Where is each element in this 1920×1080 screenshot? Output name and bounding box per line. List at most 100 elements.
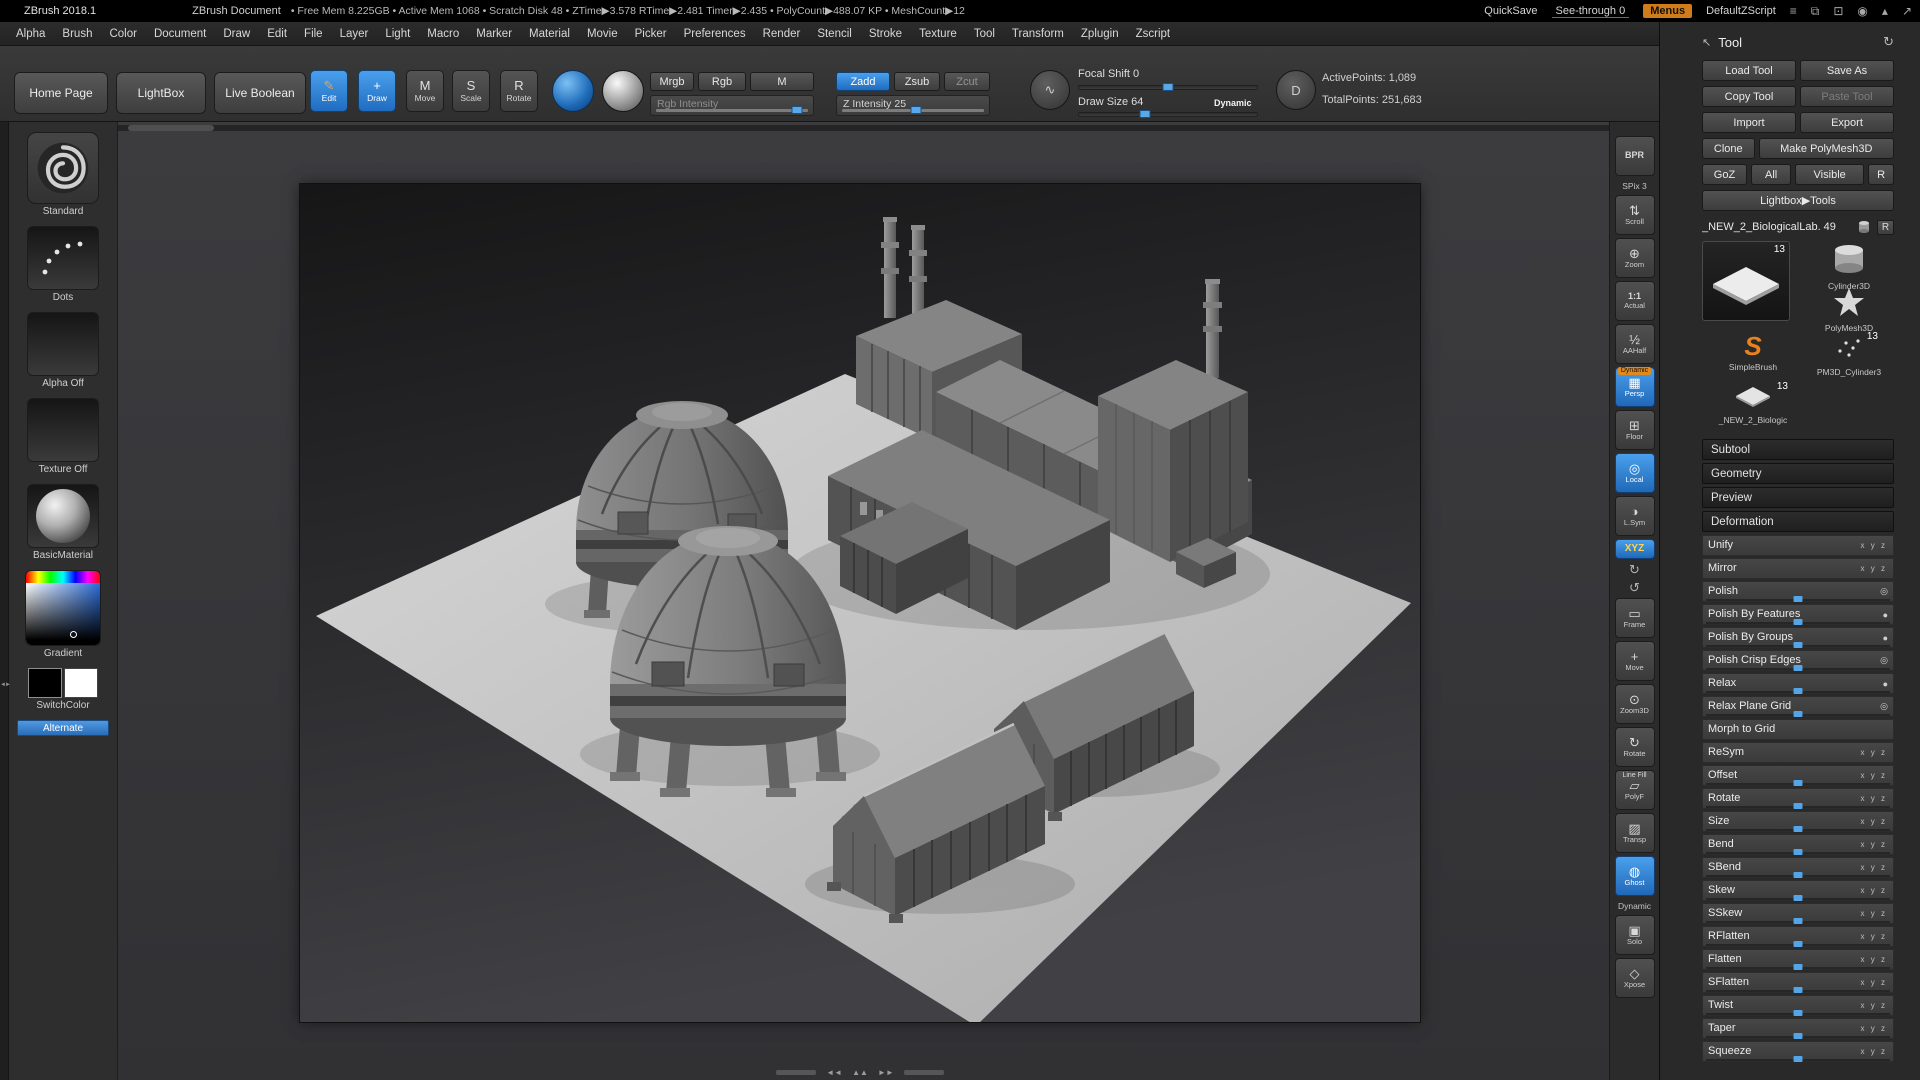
- copy-tool-button[interactable]: Copy Tool: [1702, 86, 1796, 107]
- color-selector[interactable]: Gradient: [25, 570, 101, 668]
- slider-handle[interactable]: [1794, 849, 1803, 855]
- stroke-flyout-button[interactable]: ∿: [1030, 70, 1070, 110]
- deformation-row[interactable]: ReSym x y z: [1702, 742, 1894, 763]
- menu-item[interactable]: Material: [529, 28, 570, 40]
- deformation-row[interactable]: Polish By Features ●: [1702, 604, 1894, 625]
- palette-refresh-icon[interactable]: ↻: [1883, 34, 1894, 50]
- menu-item[interactable]: Tool: [974, 28, 995, 40]
- deformation-row[interactable]: Size x y z: [1702, 811, 1894, 832]
- dynamic-mode-label[interactable]: Dynamic: [1214, 98, 1252, 108]
- alpha-selector[interactable]: Alpha Off: [27, 312, 99, 398]
- deformation-row[interactable]: Mirror x y z: [1702, 558, 1894, 579]
- slider-handle[interactable]: [1794, 596, 1803, 602]
- hue-strip[interactable]: [26, 571, 100, 583]
- brush-selector[interactable]: Standard: [27, 132, 99, 226]
- deformation-row[interactable]: SBend x y z: [1702, 857, 1894, 878]
- slider-handle[interactable]: [1794, 987, 1803, 993]
- stroke-selector[interactable]: Dots: [27, 226, 99, 312]
- menu-item[interactable]: Transform: [1012, 28, 1064, 40]
- goz-r-button[interactable]: R: [1868, 164, 1894, 185]
- axis-toggles[interactable]: x y z: [1861, 909, 1887, 918]
- shelf-toggle-button[interactable]: ⊞ Floor: [1615, 410, 1655, 450]
- paste-tool-button[interactable]: Paste Tool: [1800, 86, 1894, 107]
- sv-area[interactable]: [26, 583, 100, 645]
- menu-item[interactable]: Draw: [223, 28, 250, 40]
- lightbox-button[interactable]: LightBox: [116, 72, 206, 114]
- shelf-toggle-button[interactable]: BPR: [1615, 136, 1655, 176]
- scroll-up-icon[interactable]: ▲▲: [852, 1068, 868, 1077]
- zsub-button[interactable]: Zsub: [894, 72, 940, 91]
- edit-mode-button[interactable]: ✎ Edit: [310, 70, 348, 112]
- import-button[interactable]: Import: [1702, 112, 1796, 133]
- menu-item[interactable]: Picker: [635, 28, 667, 40]
- slider-handle[interactable]: [1794, 780, 1803, 786]
- deformation-row[interactable]: Relax ●: [1702, 673, 1894, 694]
- deformation-row[interactable]: Bend x y z: [1702, 834, 1894, 855]
- shelf-toggle-button[interactable]: ◑ L.Sym: [1615, 496, 1655, 536]
- menus-toggle[interactable]: Menus: [1643, 4, 1692, 18]
- shelf-toggle-button[interactable]: 1:1 Actual: [1615, 281, 1655, 321]
- color-picker[interactable]: [25, 570, 101, 646]
- menu-item[interactable]: Zplugin: [1081, 28, 1119, 40]
- scroll-strip-left[interactable]: [776, 1070, 816, 1075]
- slider-handle[interactable]: [1794, 964, 1803, 970]
- section-geometry[interactable]: Geometry: [1702, 463, 1894, 484]
- material-selector[interactable]: BasicMaterial: [27, 484, 99, 570]
- draw-mode-button[interactable]: + Draw: [358, 70, 396, 112]
- deformation-row[interactable]: RFlatten x y z: [1702, 926, 1894, 947]
- expand-icon[interactable]: ↗: [1902, 5, 1912, 17]
- mode-toggle-icon[interactable]: ◎: [1880, 586, 1888, 597]
- axis-toggles[interactable]: x y z: [1861, 978, 1887, 987]
- mode-toggle-icon[interactable]: ●: [1883, 633, 1888, 643]
- menu-item[interactable]: Movie: [587, 28, 618, 40]
- axis-toggles[interactable]: x y z: [1861, 840, 1887, 849]
- default-zscript-button[interactable]: DefaultZScript: [1706, 5, 1776, 17]
- deformation-row[interactable]: Skew x y z: [1702, 880, 1894, 901]
- deformation-row[interactable]: Taper x y z: [1702, 1018, 1894, 1039]
- axis-toggles[interactable]: x y z: [1861, 863, 1887, 872]
- texture-selector[interactable]: Texture Off: [27, 398, 99, 484]
- scale-mode-button[interactable]: S Scale: [452, 70, 490, 112]
- shelf-toggle-button[interactable]: Dynamic: [1612, 899, 1658, 912]
- see-through-slider[interactable]: See-through 0: [1552, 5, 1630, 18]
- 3d-scene[interactable]: [300, 184, 1420, 1022]
- slider-handle[interactable]: [1794, 826, 1803, 832]
- slider-handle[interactable]: [1794, 619, 1803, 625]
- slider-handle[interactable]: [1163, 83, 1174, 91]
- move-mode-button[interactable]: M Move: [406, 70, 444, 112]
- home-page-button[interactable]: Home Page: [14, 72, 108, 114]
- menu-item[interactable]: Alpha: [16, 28, 45, 40]
- axis-toggles[interactable]: x y z: [1861, 748, 1887, 757]
- secondary-color-swatch[interactable]: [64, 668, 98, 698]
- menu-item[interactable]: Zscript: [1136, 28, 1171, 40]
- axis-toggles[interactable]: x y z: [1861, 1047, 1887, 1056]
- tool-thumb-biologic[interactable]: 13 _NEW_2_Biologic: [1710, 383, 1796, 425]
- deformation-row[interactable]: Twist x y z: [1702, 995, 1894, 1016]
- shelf-toggle-button[interactable]: ⇅ Scroll: [1615, 195, 1655, 235]
- mixer-icon[interactable]: ≡: [1790, 5, 1797, 17]
- slider-handle[interactable]: [1794, 941, 1803, 947]
- slider-handle[interactable]: [910, 106, 921, 114]
- shelf-toggle-button[interactable]: ↻: [1615, 562, 1655, 577]
- scroll-strip-right[interactable]: [904, 1070, 944, 1075]
- axis-toggles[interactable]: x y z: [1861, 817, 1887, 826]
- slider-handle[interactable]: [1794, 1033, 1803, 1039]
- shelf-toggle-button[interactable]: ▭ Frame: [1615, 598, 1655, 638]
- menu-item[interactable]: Brush: [62, 28, 92, 40]
- axis-toggles[interactable]: x y z: [1861, 1024, 1887, 1033]
- deformation-row[interactable]: Polish By Groups ●: [1702, 627, 1894, 648]
- rgb-button[interactable]: Rgb: [698, 72, 746, 91]
- alternate-button[interactable]: Alternate: [17, 720, 109, 736]
- draw-size-slider[interactable]: [1078, 112, 1258, 117]
- mode-toggle-icon[interactable]: ●: [1883, 610, 1888, 620]
- document-canvas[interactable]: [300, 184, 1420, 1022]
- shelf-toggle-button[interactable]: ◍ Ghost: [1615, 856, 1655, 896]
- axis-toggles[interactable]: x y z: [1861, 771, 1887, 780]
- splitter-grip-icon[interactable]: ◄►: [0, 682, 9, 688]
- menu-item[interactable]: Texture: [919, 28, 957, 40]
- zcut-button[interactable]: Zcut: [944, 72, 990, 91]
- current-material-button[interactable]: [602, 70, 644, 112]
- m-button[interactable]: M: [750, 72, 814, 91]
- axis-toggles[interactable]: x y z: [1861, 955, 1887, 964]
- menu-item[interactable]: Edit: [267, 28, 287, 40]
